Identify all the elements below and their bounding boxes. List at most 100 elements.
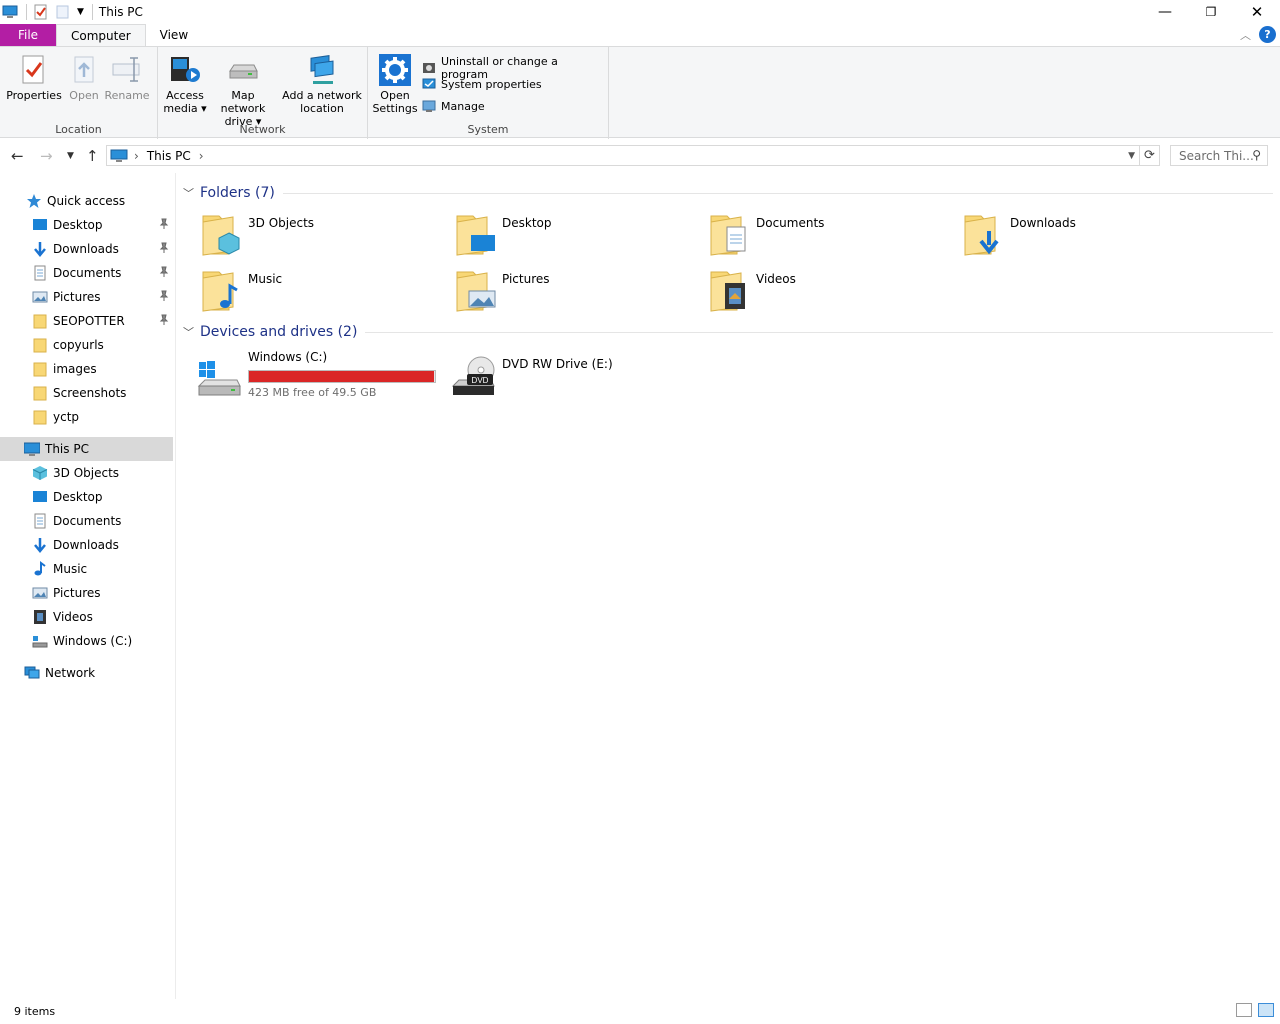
nav-quick-pictures[interactable]: Pictures bbox=[0, 285, 173, 309]
nav-pc-documents[interactable]: Documents bbox=[0, 509, 173, 533]
help-icon[interactable]: ? bbox=[1259, 26, 1276, 43]
folder-music[interactable]: Music bbox=[177, 269, 427, 319]
download-arrow-icon bbox=[34, 538, 46, 553]
open-button[interactable]: Open bbox=[64, 53, 104, 102]
system-properties-button[interactable]: System properties bbox=[422, 77, 542, 91]
manage-label: Manage bbox=[441, 99, 485, 113]
access-media-icon bbox=[171, 57, 200, 82]
computer-icon[interactable] bbox=[2, 4, 18, 20]
folder-desktop[interactable]: Desktop bbox=[431, 213, 681, 263]
3d-objects-folder-icon bbox=[202, 215, 240, 256]
map-network-drive-button[interactable]: Map network drive ▾ bbox=[208, 53, 278, 128]
folder-pictures[interactable]: Pictures bbox=[431, 269, 681, 319]
minimize-button[interactable]: — bbox=[1142, 0, 1188, 24]
nav-pc-desktop[interactable]: Desktop bbox=[0, 485, 173, 509]
content-pane: ﹀ Folders (7) 3D Objects Desktop Documen… bbox=[177, 173, 1280, 999]
folder-label: Videos bbox=[756, 272, 796, 286]
search-input[interactable]: Search Thi... ⚲ bbox=[1170, 145, 1268, 166]
properties-quick-icon[interactable] bbox=[33, 4, 49, 20]
nav-quick-yctp[interactable]: yctp bbox=[0, 405, 173, 429]
breadcrumb-separator[interactable]: › bbox=[199, 149, 204, 163]
address-bar[interactable]: › This PC › ▼ bbox=[106, 145, 1140, 166]
nav-pc-windows-c[interactable]: Windows (C:) bbox=[0, 629, 173, 653]
folder-documents[interactable]: Documents bbox=[685, 213, 935, 263]
refresh-button[interactable]: ⟳ bbox=[1140, 145, 1160, 166]
nav-pc-label: Desktop bbox=[53, 490, 103, 504]
folder-3d-objects[interactable]: 3D Objects bbox=[177, 213, 427, 263]
folders-section-header[interactable]: ﹀ Folders (7) bbox=[183, 185, 1273, 201]
customize-toolbar-icon[interactable]: ▼ bbox=[77, 7, 84, 17]
tab-computer[interactable]: Computer bbox=[56, 24, 146, 46]
nav-quick-downloads[interactable]: Downloads bbox=[0, 237, 173, 261]
details-view-icon[interactable] bbox=[1236, 1003, 1252, 1017]
folder-downloads[interactable]: Downloads bbox=[939, 213, 1189, 263]
status-bar: 9 items bbox=[0, 999, 1280, 1024]
properties-button[interactable]: Properties bbox=[6, 53, 62, 102]
folder-icon bbox=[33, 386, 47, 401]
pin-icon[interactable] bbox=[159, 266, 169, 278]
nav-quick-label: SEOPOTTER bbox=[53, 314, 125, 328]
pin-icon[interactable] bbox=[159, 242, 169, 254]
nav-network[interactable]: Network bbox=[0, 661, 173, 685]
desktop-folder-icon bbox=[456, 215, 495, 256]
back-button[interactable]: ← bbox=[11, 147, 24, 165]
search-icon[interactable]: ⚲ bbox=[1252, 148, 1261, 162]
open-settings-button[interactable]: Open Settings bbox=[370, 53, 420, 115]
up-button[interactable]: ↑ bbox=[86, 147, 99, 165]
nav-quick-screenshots[interactable]: Screenshots bbox=[0, 381, 173, 405]
nav-pc-3d-objects[interactable]: 3D Objects bbox=[0, 461, 173, 485]
folder-icon bbox=[33, 410, 47, 425]
nav-pc-label: Music bbox=[53, 562, 88, 576]
rename-button[interactable]: Rename bbox=[104, 53, 150, 102]
drive-usage-bar bbox=[248, 370, 436, 383]
nav-this-pc[interactable]: This PC bbox=[0, 437, 173, 461]
settings-gear-icon bbox=[379, 54, 411, 86]
drive-label: DVD RW Drive (E:) bbox=[502, 357, 613, 371]
pictures-folder-icon bbox=[456, 271, 496, 312]
folder-label: Music bbox=[248, 272, 283, 286]
new-folder-quick-icon[interactable] bbox=[55, 4, 71, 20]
pin-icon[interactable] bbox=[159, 290, 169, 302]
chevron-down-icon[interactable]: ﹀ bbox=[183, 185, 194, 201]
open-label: Open bbox=[69, 89, 99, 102]
nav-pc-videos[interactable]: Videos bbox=[0, 605, 173, 629]
nav-quick-seopotter[interactable]: SEOPOTTER bbox=[0, 309, 173, 333]
nav-pc-label: Downloads bbox=[53, 538, 119, 552]
drive-icon bbox=[32, 636, 48, 648]
pin-icon[interactable] bbox=[159, 218, 169, 230]
location-group-label: Location bbox=[55, 123, 102, 136]
nav-quick-desktop[interactable]: Desktop bbox=[0, 213, 173, 237]
navigation-pane: Quick access Desktop Downloads Documents… bbox=[0, 173, 176, 999]
recent-locations-chevron-icon[interactable]: ▼ bbox=[67, 151, 74, 161]
nav-quick-documents[interactable]: Documents bbox=[0, 261, 173, 285]
devices-section-header[interactable]: ﹀ Devices and drives (2) bbox=[183, 324, 1273, 340]
collapse-ribbon-icon[interactable]: ︿ bbox=[1240, 27, 1251, 43]
nav-quick-images[interactable]: images bbox=[0, 357, 173, 381]
add-network-location-button[interactable]: Add a network location bbox=[280, 53, 364, 115]
breadcrumb-this-pc[interactable]: This PC bbox=[147, 149, 191, 163]
nav-pc-music[interactable]: Music bbox=[0, 557, 173, 581]
close-button[interactable]: ✕ bbox=[1234, 0, 1280, 24]
manage-button[interactable]: Manage bbox=[422, 99, 485, 113]
breadcrumb-separator[interactable]: › bbox=[134, 149, 139, 163]
open-settings-label-2: Settings bbox=[372, 102, 418, 115]
restore-button[interactable]: ❐ bbox=[1188, 0, 1234, 24]
folder-icon bbox=[33, 338, 47, 353]
nav-pc-downloads[interactable]: Downloads bbox=[0, 533, 173, 557]
tab-file[interactable]: File bbox=[0, 24, 56, 46]
chevron-down-icon[interactable]: ﹀ bbox=[183, 324, 194, 340]
drive-dvd-e[interactable]: DVD DVD RW Drive (E:) bbox=[431, 350, 681, 400]
pin-icon[interactable] bbox=[159, 314, 169, 326]
nav-quick-copyurls[interactable]: copyurls bbox=[0, 333, 173, 357]
drive-windows-c[interactable]: Windows (C:) 423 MB free of 49.5 GB bbox=[177, 350, 439, 400]
tab-view[interactable]: View bbox=[146, 24, 202, 46]
ribbon-tabs: File Computer View ︿ ? bbox=[0, 24, 1280, 46]
nav-quick-access[interactable]: Quick access bbox=[0, 189, 173, 213]
nav-pc-pictures[interactable]: Pictures bbox=[0, 581, 173, 605]
forward-button[interactable]: → bbox=[40, 147, 53, 165]
desktop-icon bbox=[33, 219, 47, 230]
address-dropdown-chevron-icon[interactable]: ▼ bbox=[1128, 151, 1135, 161]
folder-videos[interactable]: Videos bbox=[685, 269, 935, 319]
access-media-button[interactable]: Access media ▾ bbox=[160, 53, 210, 115]
large-icons-view-icon[interactable] bbox=[1258, 1003, 1274, 1017]
